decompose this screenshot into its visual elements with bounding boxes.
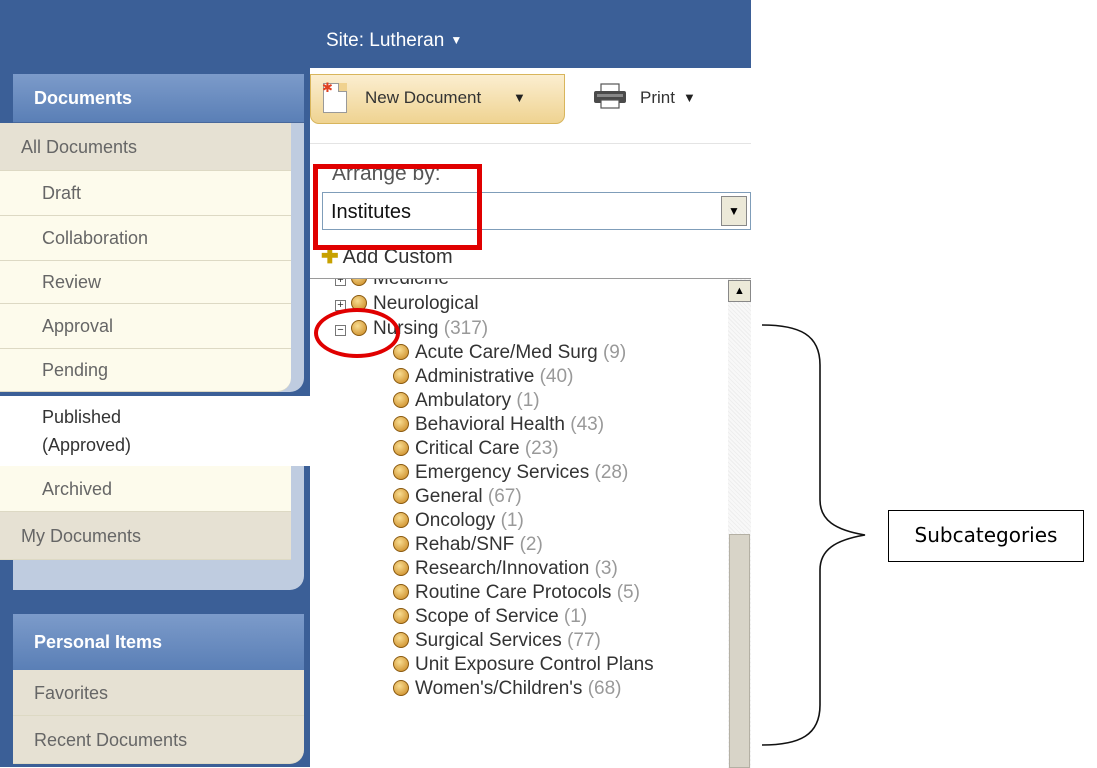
tree-child-label: Routine Care Protocols: [415, 582, 612, 603]
tree-child-label: Unit Exposure Control Plans: [415, 654, 654, 675]
tree-child-count: (77): [567, 630, 601, 651]
tree-child[interactable]: Critical Care (23): [393, 437, 559, 461]
tree-child[interactable]: Routine Care Protocols (5): [393, 581, 640, 605]
tree-child-label: Emergency Services: [415, 462, 590, 483]
tree-node-partial[interactable]: + Medicine: [335, 278, 450, 291]
sidebar-item-review[interactable]: Review: [0, 261, 291, 304]
tree-child-count: (5): [616, 582, 640, 603]
tree-child-count: (68): [587, 678, 622, 699]
curly-brace: [761, 324, 866, 746]
expand-icon[interactable]: +: [335, 279, 346, 286]
category-folder-icon: [393, 656, 409, 672]
tree-child[interactable]: Women's/Children's (68): [393, 677, 622, 701]
printer-icon: [594, 83, 626, 109]
category-folder-icon: [393, 392, 409, 408]
print-button[interactable]: Print ▼: [593, 80, 723, 116]
tree-child-label: Research/Innovation: [415, 558, 590, 579]
chevron-down-icon: ▼: [450, 33, 463, 47]
category-folder-icon: [351, 279, 367, 286]
tree-child[interactable]: Oncology (1): [393, 509, 524, 533]
category-folder-icon: [393, 584, 409, 600]
sidebar-item-all-documents[interactable]: All Documents: [0, 123, 291, 171]
tree-child-label: Oncology: [415, 510, 496, 531]
category-folder-icon: [393, 536, 409, 552]
category-folder-icon: [393, 368, 409, 384]
tree-child-count: (40): [539, 366, 574, 387]
category-folder-icon: [393, 512, 409, 528]
tree-child-count: (3): [594, 558, 618, 579]
tree-child-count: (67): [487, 486, 522, 507]
category-folder-icon: [393, 416, 409, 432]
sidebar-item-my-documents[interactable]: My Documents: [0, 512, 291, 560]
sidebar-item-approval[interactable]: Approval: [0, 304, 291, 349]
tree-child-label: Behavioral Health: [415, 414, 565, 435]
tree-child[interactable]: Ambulatory (1): [393, 389, 540, 413]
tree-child[interactable]: Rehab/SNF (2): [393, 533, 543, 557]
tree-child[interactable]: Acute Care/Med Surg (9): [393, 341, 626, 365]
tree-child[interactable]: Unit Exposure Control Plans: [393, 653, 654, 677]
tree-child-label: Women's/Children's: [415, 678, 583, 699]
chevron-down-icon: ▼: [513, 90, 526, 105]
subcategories-callout: Subcategories: [888, 510, 1084, 562]
category-folder-icon: [393, 344, 409, 360]
print-label: Print: [640, 88, 675, 107]
site-selector-label: Site: Lutheran: [326, 30, 445, 51]
toolbar: ✱ New Document ▼ Print ▼: [310, 68, 751, 125]
tree-child-count: (28): [594, 462, 629, 483]
sidebar-item-collaboration[interactable]: Collaboration: [0, 216, 291, 261]
tree-node-label: Medicine: [373, 278, 450, 289]
tree-child-count: (23): [524, 438, 559, 459]
sidebar-item-draft[interactable]: Draft: [0, 171, 291, 216]
tree-child[interactable]: Surgical Services (77): [393, 629, 601, 653]
tree-child-label: Ambulatory: [415, 390, 512, 411]
category-folder-icon: [393, 608, 409, 624]
tree-child[interactable]: Emergency Services (28): [393, 461, 628, 485]
documents-header: Documents: [13, 74, 304, 123]
tree-child-count: (9): [602, 342, 627, 363]
tree-child[interactable]: Behavioral Health (43): [393, 413, 604, 437]
scroll-up-icon[interactable]: ▲: [728, 280, 751, 302]
tree-child-label: Surgical Services: [415, 630, 562, 651]
tree-node-label: Neurological: [373, 293, 479, 314]
sidebar-item-recent-documents[interactable]: Recent Documents: [13, 716, 304, 764]
tree-child-count: (1): [516, 390, 540, 411]
highlight-ellipse: [314, 308, 400, 358]
tree-child-label: Rehab/SNF: [415, 534, 515, 555]
tree-child-label: Scope of Service: [415, 606, 559, 627]
category-folder-icon: [393, 464, 409, 480]
personal-items-header: Personal Items: [13, 614, 304, 671]
tree-child-label: Critical Care: [415, 438, 520, 459]
new-document-button[interactable]: ✱ New Document ▼: [310, 74, 565, 124]
category-folder-icon: [393, 488, 409, 504]
site-bar: Site: Lutheran ▼: [0, 0, 751, 68]
scroll-thumb[interactable]: [729, 534, 750, 768]
tree-node-count: (317): [443, 318, 489, 339]
sidebar-item-archived[interactable]: Archived: [0, 466, 291, 512]
tree-child-label: General: [415, 486, 483, 507]
tree-child[interactable]: Administrative (40): [393, 365, 573, 389]
category-folder-icon: [393, 680, 409, 696]
tree-child[interactable]: Research/Innovation (3): [393, 557, 618, 581]
tree-child-label: Acute Care/Med Surg: [415, 342, 598, 363]
tree-child-count: (1): [563, 606, 588, 627]
category-folder-icon: [393, 560, 409, 576]
tree-child-count: (2): [519, 534, 543, 555]
tree-child-count: (1): [500, 510, 524, 531]
tree-child-label: Administrative: [415, 366, 535, 387]
dropdown-arrow-icon[interactable]: ▼: [721, 196, 747, 226]
new-document-label: New Document: [365, 88, 482, 107]
sidebar-item-published[interactable]: Published (Approved): [0, 396, 310, 466]
tree-child[interactable]: General (67): [393, 485, 522, 509]
sidebar-item-favorites[interactable]: Favorites: [13, 670, 304, 716]
highlight-rectangle: [313, 164, 482, 250]
site-selector[interactable]: Site: Lutheran ▼: [326, 30, 462, 52]
sidebar-item-pending[interactable]: Pending: [0, 349, 291, 392]
tree-scrollbar[interactable]: ▲: [728, 279, 751, 768]
tree-child[interactable]: Scope of Service (1): [393, 605, 587, 629]
new-document-icon: ✱: [322, 80, 347, 113]
category-folder-icon: [393, 632, 409, 648]
tree-child-count: (43): [570, 414, 605, 435]
chevron-down-icon: ▼: [683, 90, 696, 105]
category-folder-icon: [393, 440, 409, 456]
